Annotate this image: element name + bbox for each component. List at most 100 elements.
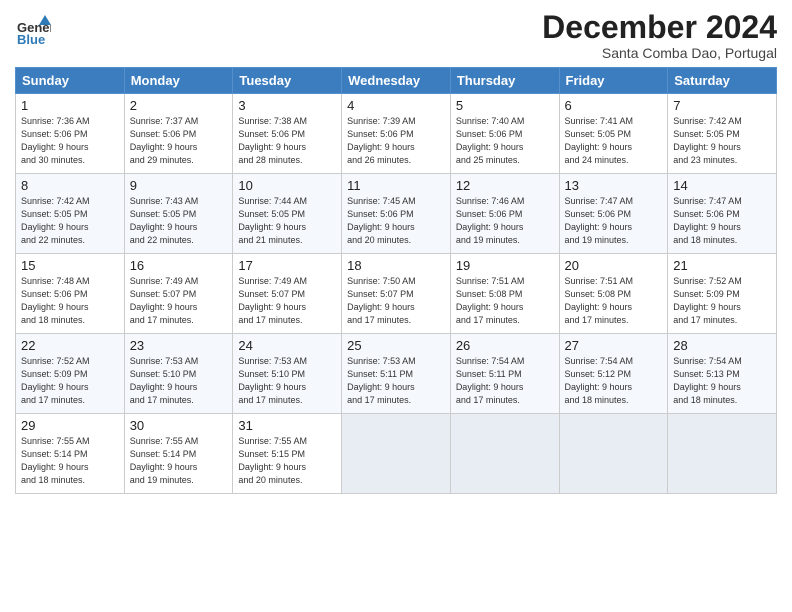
day-number: 30	[130, 418, 228, 433]
week-row-2: 8 Sunrise: 7:42 AM Sunset: 5:05 PM Daylig…	[16, 174, 777, 254]
day-info: Sunrise: 7:51 AM Sunset: 5:08 PM Dayligh…	[456, 275, 554, 327]
day-cell: 5 Sunrise: 7:40 AM Sunset: 5:06 PM Daylig…	[450, 94, 559, 174]
day-cell: 21 Sunrise: 7:52 AM Sunset: 5:09 PM Dayli…	[668, 254, 777, 334]
col-monday: Monday	[124, 68, 233, 94]
day-cell: 16Sunrise: 7:49 AM Sunset: 5:07 PM Dayli…	[124, 254, 233, 334]
day-info: Sunrise: 7:53 AM Sunset: 5:10 PM Dayligh…	[130, 355, 228, 407]
day-info: Sunrise: 7:36 AM Sunset: 5:06 PM Dayligh…	[21, 115, 119, 167]
day-info: Sunrise: 7:53 AM Sunset: 5:10 PM Dayligh…	[238, 355, 336, 407]
day-info: Sunrise: 7:45 AM Sunset: 5:06 PM Dayligh…	[347, 195, 445, 247]
day-cell: 6Sunrise: 7:41 AM Sunset: 5:05 PM Daylig…	[559, 94, 668, 174]
day-cell: 10 Sunrise: 7:44 AM Sunset: 5:05 PM Dayli…	[233, 174, 342, 254]
day-info: Sunrise: 7:55 AM Sunset: 5:14 PM Dayligh…	[21, 435, 119, 487]
day-cell: 31 Sunrise: 7:55 AM Sunset: 5:15 PM Dayli…	[233, 414, 342, 494]
col-friday: Friday	[559, 68, 668, 94]
week-row-1: 1 Sunrise: 7:36 AM Sunset: 5:06 PM Daylig…	[16, 94, 777, 174]
day-number: 27	[565, 338, 663, 353]
day-number: 26	[456, 338, 554, 353]
day-number: 10	[238, 178, 336, 193]
month-title: December 2024	[542, 10, 777, 45]
day-cell: 7 Sunrise: 7:42 AM Sunset: 5:05 PM Daylig…	[668, 94, 777, 174]
day-info: Sunrise: 7:50 AM Sunset: 5:07 PM Dayligh…	[347, 275, 445, 327]
day-cell: 29Sunrise: 7:55 AM Sunset: 5:14 PM Dayli…	[16, 414, 125, 494]
day-info: Sunrise: 7:42 AM Sunset: 5:05 PM Dayligh…	[673, 115, 771, 167]
day-cell: 11 Sunrise: 7:45 AM Sunset: 5:06 PM Dayli…	[342, 174, 451, 254]
svg-text:Blue: Blue	[17, 32, 45, 46]
day-info: Sunrise: 7:42 AM Sunset: 5:05 PM Dayligh…	[21, 195, 119, 247]
day-info: Sunrise: 7:44 AM Sunset: 5:05 PM Dayligh…	[238, 195, 336, 247]
day-info: Sunrise: 7:55 AM Sunset: 5:15 PM Dayligh…	[238, 435, 336, 487]
day-info: Sunrise: 7:55 AM Sunset: 5:14 PM Dayligh…	[130, 435, 228, 487]
day-number: 25	[347, 338, 445, 353]
day-info: Sunrise: 7:54 AM Sunset: 5:13 PM Dayligh…	[673, 355, 771, 407]
day-info: Sunrise: 7:38 AM Sunset: 5:06 PM Dayligh…	[238, 115, 336, 167]
day-info: Sunrise: 7:52 AM Sunset: 5:09 PM Dayligh…	[21, 355, 119, 407]
calendar-table: Sunday Monday Tuesday Wednesday Thursday…	[15, 67, 777, 494]
day-cell: 14 Sunrise: 7:47 AM Sunset: 5:06 PM Dayli…	[668, 174, 777, 254]
day-number: 3	[238, 98, 336, 113]
day-number: 16	[130, 258, 228, 273]
day-cell: 17Sunrise: 7:49 AM Sunset: 5:07 PM Dayli…	[233, 254, 342, 334]
day-info: Sunrise: 7:47 AM Sunset: 5:06 PM Dayligh…	[565, 195, 663, 247]
day-cell: 25 Sunrise: 7:53 AM Sunset: 5:11 PM Dayli…	[342, 334, 451, 414]
day-info: Sunrise: 7:54 AM Sunset: 5:11 PM Dayligh…	[456, 355, 554, 407]
day-cell: 4Sunrise: 7:39 AM Sunset: 5:06 PM Daylig…	[342, 94, 451, 174]
day-number: 18	[347, 258, 445, 273]
col-saturday: Saturday	[668, 68, 777, 94]
day-number: 28	[673, 338, 771, 353]
day-info: Sunrise: 7:52 AM Sunset: 5:09 PM Dayligh…	[673, 275, 771, 327]
day-number: 21	[673, 258, 771, 273]
day-cell: 22 Sunrise: 7:52 AM Sunset: 5:09 PM Dayli…	[16, 334, 125, 414]
col-wednesday: Wednesday	[342, 68, 451, 94]
day-cell: 1 Sunrise: 7:36 AM Sunset: 5:06 PM Daylig…	[16, 94, 125, 174]
day-number: 12	[456, 178, 554, 193]
day-info: Sunrise: 7:48 AM Sunset: 5:06 PM Dayligh…	[21, 275, 119, 327]
day-cell	[668, 414, 777, 494]
day-cell: 24 Sunrise: 7:53 AM Sunset: 5:10 PM Dayli…	[233, 334, 342, 414]
logo: General Blue	[15, 10, 55, 46]
day-info: Sunrise: 7:40 AM Sunset: 5:06 PM Dayligh…	[456, 115, 554, 167]
day-info: Sunrise: 7:43 AM Sunset: 5:05 PM Dayligh…	[130, 195, 228, 247]
day-number: 2	[130, 98, 228, 113]
day-number: 14	[673, 178, 771, 193]
day-number: 9	[130, 178, 228, 193]
day-number: 31	[238, 418, 336, 433]
day-number: 11	[347, 178, 445, 193]
day-info: Sunrise: 7:54 AM Sunset: 5:12 PM Dayligh…	[565, 355, 663, 407]
day-info: Sunrise: 7:46 AM Sunset: 5:06 PM Dayligh…	[456, 195, 554, 247]
day-cell: 20 Sunrise: 7:51 AM Sunset: 5:08 PM Dayli…	[559, 254, 668, 334]
day-number: 6	[565, 98, 663, 113]
header: General Blue December 2024 Santa Comba D…	[15, 10, 777, 61]
day-cell: 23Sunrise: 7:53 AM Sunset: 5:10 PM Dayli…	[124, 334, 233, 414]
day-number: 13	[565, 178, 663, 193]
day-cell: 12 Sunrise: 7:46 AM Sunset: 5:06 PM Dayli…	[450, 174, 559, 254]
col-sunday: Sunday	[16, 68, 125, 94]
day-cell: 13 Sunrise: 7:47 AM Sunset: 5:06 PM Dayli…	[559, 174, 668, 254]
day-number: 24	[238, 338, 336, 353]
day-cell: 30 Sunrise: 7:55 AM Sunset: 5:14 PM Dayli…	[124, 414, 233, 494]
day-number: 7	[673, 98, 771, 113]
location: Santa Comba Dao, Portugal	[542, 45, 777, 61]
day-cell: 9 Sunrise: 7:43 AM Sunset: 5:05 PM Daylig…	[124, 174, 233, 254]
day-number: 5	[456, 98, 554, 113]
day-number: 20	[565, 258, 663, 273]
day-info: Sunrise: 7:37 AM Sunset: 5:06 PM Dayligh…	[130, 115, 228, 167]
day-info: Sunrise: 7:51 AM Sunset: 5:08 PM Dayligh…	[565, 275, 663, 327]
day-number: 1	[21, 98, 119, 113]
day-cell	[342, 414, 451, 494]
day-cell	[559, 414, 668, 494]
day-cell: 26 Sunrise: 7:54 AM Sunset: 5:11 PM Dayli…	[450, 334, 559, 414]
day-info: Sunrise: 7:53 AM Sunset: 5:11 PM Dayligh…	[347, 355, 445, 407]
day-number: 15	[21, 258, 119, 273]
day-cell: 18 Sunrise: 7:50 AM Sunset: 5:07 PM Dayli…	[342, 254, 451, 334]
week-row-5: 29Sunrise: 7:55 AM Sunset: 5:14 PM Dayli…	[16, 414, 777, 494]
day-cell: 2 Sunrise: 7:37 AM Sunset: 5:06 PM Daylig…	[124, 94, 233, 174]
day-info: Sunrise: 7:49 AM Sunset: 5:07 PM Dayligh…	[238, 275, 336, 327]
day-number: 22	[21, 338, 119, 353]
day-cell: 19Sunrise: 7:51 AM Sunset: 5:08 PM Dayli…	[450, 254, 559, 334]
week-row-4: 22 Sunrise: 7:52 AM Sunset: 5:09 PM Dayli…	[16, 334, 777, 414]
day-info: Sunrise: 7:47 AM Sunset: 5:06 PM Dayligh…	[673, 195, 771, 247]
day-cell: 3 Sunrise: 7:38 AM Sunset: 5:06 PM Daylig…	[233, 94, 342, 174]
day-number: 8	[21, 178, 119, 193]
logo-icon: General Blue	[15, 10, 51, 46]
